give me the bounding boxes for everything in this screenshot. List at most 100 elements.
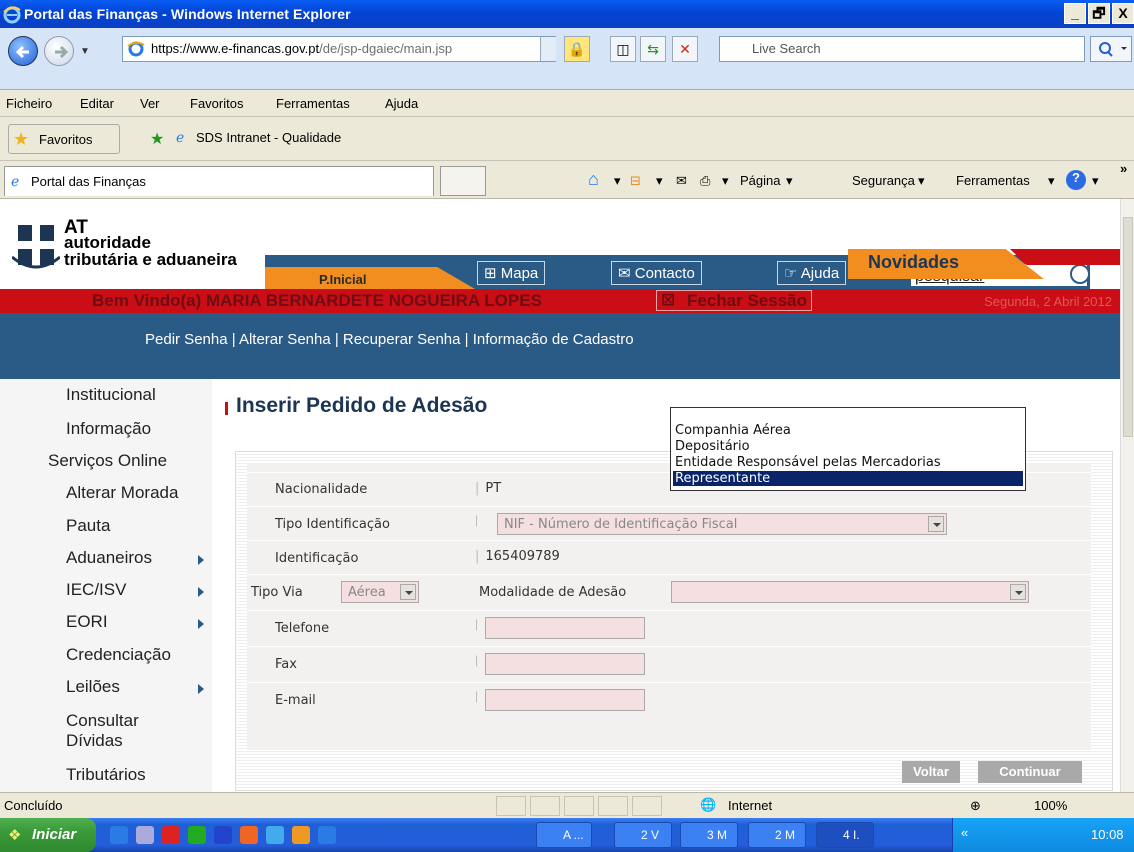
sidebar-item-credenciacao[interactable]: Credenciação (66, 645, 171, 665)
quicklaunch-icon[interactable] (136, 826, 154, 844)
sidebar-item-leiloes[interactable]: Leilões (66, 677, 120, 697)
sidebar-item-consultar[interactable]: Consultar (66, 711, 139, 731)
nationality-value: PT (475, 481, 501, 496)
row-id-type: Tipo Identificação | NIF - Número de Ide… (247, 506, 1091, 538)
page-menu[interactable]: Página (740, 173, 780, 188)
favorites-button[interactable]: ★ Favoritos (8, 124, 120, 154)
taskbar-task-ie[interactable]: 4 I. (816, 822, 874, 848)
contact-link[interactable]: ✉ Contacto (611, 261, 702, 285)
status-cell (598, 796, 628, 816)
nationality-label: Nacionalidade (275, 482, 368, 497)
windows-logo-icon: ❖ (8, 827, 22, 844)
stop-icon[interactable]: ✕ (672, 36, 698, 62)
sidebar-item-iec-isv[interactable]: IEC/ISV (66, 580, 126, 600)
forward-button[interactable] (44, 36, 74, 66)
map-link[interactable]: ⊞ Mapa (477, 261, 546, 285)
modality-select[interactable] (671, 581, 1029, 603)
welcome-bar: Bem Vindo(a) MARIA BERNARDETE NOGUEIRA L… (0, 289, 1120, 313)
quicklaunch-icon[interactable] (188, 826, 206, 844)
status-cell (632, 796, 662, 816)
account-links-bar: Pedir Senha | Alterar Senha | Recuperar … (0, 313, 1120, 379)
quicklaunch-icon[interactable] (266, 826, 284, 844)
tools-menu[interactable]: Ferramentas (956, 173, 1030, 188)
logout-button[interactable]: ⊠ Fechar Sessão (656, 290, 813, 311)
sidebar-item-alterar-morada[interactable]: Alterar Morada (66, 483, 178, 503)
minimize-button[interactable]: _ (1064, 3, 1086, 24)
tray-chevron-icon[interactable]: « (961, 825, 968, 840)
via-type-label: Tipo Via (251, 585, 303, 600)
fax-input[interactable] (485, 653, 645, 675)
feeds-icon[interactable]: ⊟ (630, 173, 641, 189)
sidebar-item-servicos-online[interactable]: Serviços Online (48, 451, 167, 471)
help-icon[interactable]: ? (1066, 170, 1086, 190)
new-tab-button[interactable] (440, 166, 486, 196)
option-representante[interactable]: Representante (673, 471, 1023, 486)
lock-icon[interactable]: 🔒 (564, 36, 590, 62)
live-search-field[interactable]: Live Search (719, 36, 1085, 62)
compatibility-icon[interactable]: ◫ (610, 36, 636, 62)
site-search-icon[interactable] (1070, 264, 1090, 284)
quicklaunch-icon[interactable] (240, 826, 258, 844)
mail-icon[interactable]: ✉ (676, 173, 687, 189)
menu-edit[interactable]: Editar (80, 96, 114, 111)
sidebar-item-aduaneiros[interactable]: Aduaneiros (66, 548, 152, 568)
phone-input[interactable] (485, 617, 645, 639)
favorite-link-sds[interactable]: SDS Intranet - Qualidade (196, 130, 341, 145)
form-container: Nacionalidade PT Tipo Identificação | NI… (235, 451, 1113, 791)
taskbar-task-word[interactable]: 2 M (748, 822, 806, 848)
zoom-icon[interactable]: ⊕ (970, 798, 981, 814)
sidebar-item-informacao[interactable]: Informação (66, 419, 151, 439)
url-dropdown-button[interactable] (540, 37, 556, 61)
taskbar-task-acrobat[interactable]: 3 M (680, 822, 738, 848)
leiloes-arrow-icon (198, 684, 204, 694)
quicklaunch-icon[interactable] (110, 826, 128, 844)
chevron-more-icon[interactable]: » (1120, 161, 1127, 176)
help-link[interactable]: ☞ Ajuda (777, 261, 847, 285)
search-go-button[interactable] (1090, 36, 1132, 62)
quicklaunch-icon[interactable] (162, 826, 180, 844)
zoom-level[interactable]: 100% (1034, 798, 1067, 813)
menu-tools[interactable]: Ferramentas (276, 96, 350, 111)
menu-help[interactable]: Ajuda (385, 96, 418, 111)
option-entidade-responsavel[interactable]: Entidade Responsável pelas Mercadorias (673, 455, 1023, 470)
option-depositario[interactable]: Depositário (673, 439, 1023, 454)
quicklaunch-icon[interactable] (318, 826, 336, 844)
back-button[interactable] (8, 36, 38, 66)
sidebar-item-dividas[interactable]: Dívidas (66, 731, 123, 751)
tab-portal-financas[interactable]: ℯ Portal das Finanças (4, 166, 434, 196)
history-dropdown-icon[interactable]: ▼ (80, 46, 90, 57)
quicklaunch-icon[interactable] (292, 826, 310, 844)
menu-favorites[interactable]: Favoritos (190, 96, 243, 111)
email-input[interactable] (485, 689, 645, 711)
security-menu[interactable]: Segurança (852, 173, 915, 188)
back-form-button[interactable]: Voltar (902, 761, 960, 783)
home-dropdown-icon: ▾ (614, 173, 621, 188)
sidebar-item-pauta[interactable]: Pauta (66, 516, 110, 536)
continue-button[interactable]: Continuar (978, 761, 1082, 783)
scrollbar-thumb[interactable] (1123, 217, 1133, 437)
via-type-select[interactable]: Aérea (341, 581, 419, 603)
refresh-icon[interactable]: ⇆ (640, 36, 666, 62)
sidebar-item-institucional[interactable]: Institucional (66, 385, 156, 405)
current-date: Segunda, 2 Abril 2012 (984, 294, 1112, 309)
taskbar-task-folders[interactable]: 2 V (614, 822, 672, 848)
url-field[interactable]: https://www.e-financas.gov.pt/de/jsp-dga… (122, 36, 556, 62)
home-link[interactable]: P.Inicial (265, 267, 475, 289)
menu-view[interactable]: Ver (140, 96, 160, 111)
account-links[interactable]: Pedir Senha | Alterar Senha | Recuperar … (145, 331, 634, 348)
start-button[interactable]: ❖ Iniciar (0, 818, 96, 852)
print-icon[interactable]: ⎙ (700, 173, 710, 189)
close-button[interactable]: X (1112, 3, 1134, 24)
window-title: Portal das Finanças - Windows Internet E… (24, 6, 351, 22)
sidebar-item-eori[interactable]: EORI (66, 612, 108, 632)
add-favorite-icon[interactable]: ★ (150, 129, 164, 149)
option-companhia-aerea[interactable]: Companhia Aérea (673, 423, 1023, 438)
id-type-select[interactable]: NIF - Número de Identificação Fiscal (497, 513, 947, 535)
sidebar-item-tributarios[interactable]: Tributários (66, 765, 146, 785)
page-scrollbar[interactable] (1120, 199, 1134, 792)
home-icon[interactable]: ⌂ (588, 169, 599, 190)
restore-button[interactable]: 🗗 (1088, 3, 1110, 24)
taskbar-task-alarm[interactable]: A ... (536, 822, 592, 848)
menu-file[interactable]: Ficheiro (6, 96, 52, 111)
quicklaunch-icon[interactable] (214, 826, 232, 844)
